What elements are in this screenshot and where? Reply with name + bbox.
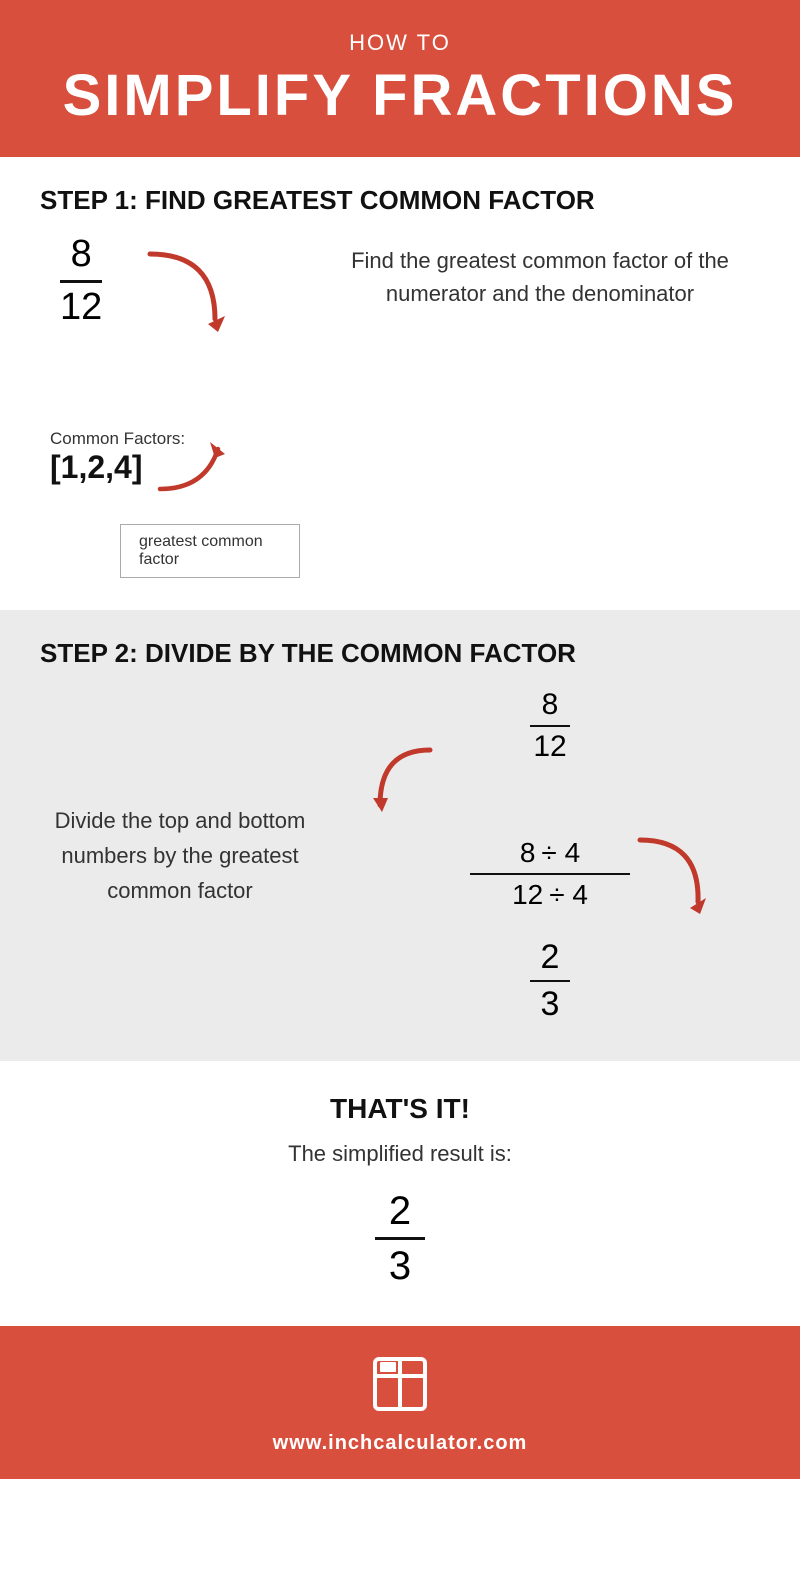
final-fraction-line xyxy=(375,1237,425,1240)
header-subtitle: HOW TO xyxy=(20,30,780,56)
calculator-icon xyxy=(20,1354,780,1424)
divide-denominator-row: 12 ÷ 4 xyxy=(512,877,588,913)
footer-url: www.inchcalculator.com xyxy=(20,1432,780,1455)
step1-section: STEP 1: FIND GREATEST COMMON FACTOR 8 12… xyxy=(0,157,800,610)
divide-den-op: ÷ 4 xyxy=(549,877,588,913)
step2-orig-numerator: 8 xyxy=(542,687,559,723)
step2-fraction-divide: 8 ÷ 4 12 ÷ 4 xyxy=(470,825,630,914)
header-title: SIMPLIFY FRACTIONS xyxy=(20,62,780,129)
step1-content: 8 12 Common Factors: [1,2,4] xyxy=(40,234,760,578)
divide-num: 8 xyxy=(520,835,536,871)
divide-numerator-row: 8 ÷ 4 xyxy=(520,835,580,871)
header: HOW TO SIMPLIFY FRACTIONS xyxy=(0,0,800,157)
step2-content: Divide the top and bottom numbers by the… xyxy=(40,687,760,1025)
step1-fraction: 8 12 xyxy=(60,234,102,329)
step2-right: 8 12 8 ÷ 4 xyxy=(340,687,760,1025)
arrow-curve-left-icon xyxy=(370,745,450,825)
step2-fraction-result: 2 3 xyxy=(530,937,570,1025)
final-numerator: 2 xyxy=(389,1187,411,1235)
step2-result-denominator: 3 xyxy=(541,984,560,1025)
step2-heading: STEP 2: DIVIDE BY THE COMMON FACTOR xyxy=(40,638,760,669)
footer: www.inchcalculator.com xyxy=(0,1326,800,1479)
step2-section: STEP 2: DIVIDE BY THE COMMON FACTOR Divi… xyxy=(0,610,800,1061)
thatsit-heading: THAT'S IT! xyxy=(40,1093,760,1125)
final-denominator: 3 xyxy=(389,1242,411,1290)
divide-num-op: ÷ 4 xyxy=(541,835,580,871)
gcf-tooltip: greatest common factor xyxy=(120,524,300,578)
step1-left: 8 12 Common Factors: [1,2,4] xyxy=(40,234,300,578)
step1-numerator: 8 xyxy=(71,234,92,278)
step1-denominator: 12 xyxy=(60,285,102,329)
step1-fraction-line xyxy=(60,280,102,283)
arrow-up-right-icon xyxy=(150,434,230,494)
thatsit-text: The simplified result is: xyxy=(40,1141,760,1167)
thatsit-section: THAT'S IT! The simplified result is: 2 3 xyxy=(0,1061,800,1326)
step2-orig-denominator: 12 xyxy=(533,729,566,765)
divide-fraction-line xyxy=(470,873,630,875)
step2-description: Divide the top and bottom numbers by the… xyxy=(40,803,340,909)
step2-arrow-wrapper xyxy=(340,765,760,825)
step2-result-line xyxy=(530,980,570,982)
step2-fraction-original: 8 12 xyxy=(530,687,570,765)
arrow-down-curve-right-icon xyxy=(620,830,710,920)
step2-orig-line xyxy=(530,725,570,727)
arrow-down-right-icon xyxy=(130,244,230,344)
final-fraction: 2 3 xyxy=(375,1187,425,1290)
fraction-divide-inner: 8 ÷ 4 12 ÷ 4 xyxy=(470,835,630,914)
step1-heading: STEP 1: FIND GREATEST COMMON FACTOR xyxy=(40,185,760,216)
step1-description: Find the greatest common factor of the n… xyxy=(300,234,760,310)
divide-den: 12 xyxy=(512,877,543,913)
step2-result-numerator: 2 xyxy=(541,937,560,978)
